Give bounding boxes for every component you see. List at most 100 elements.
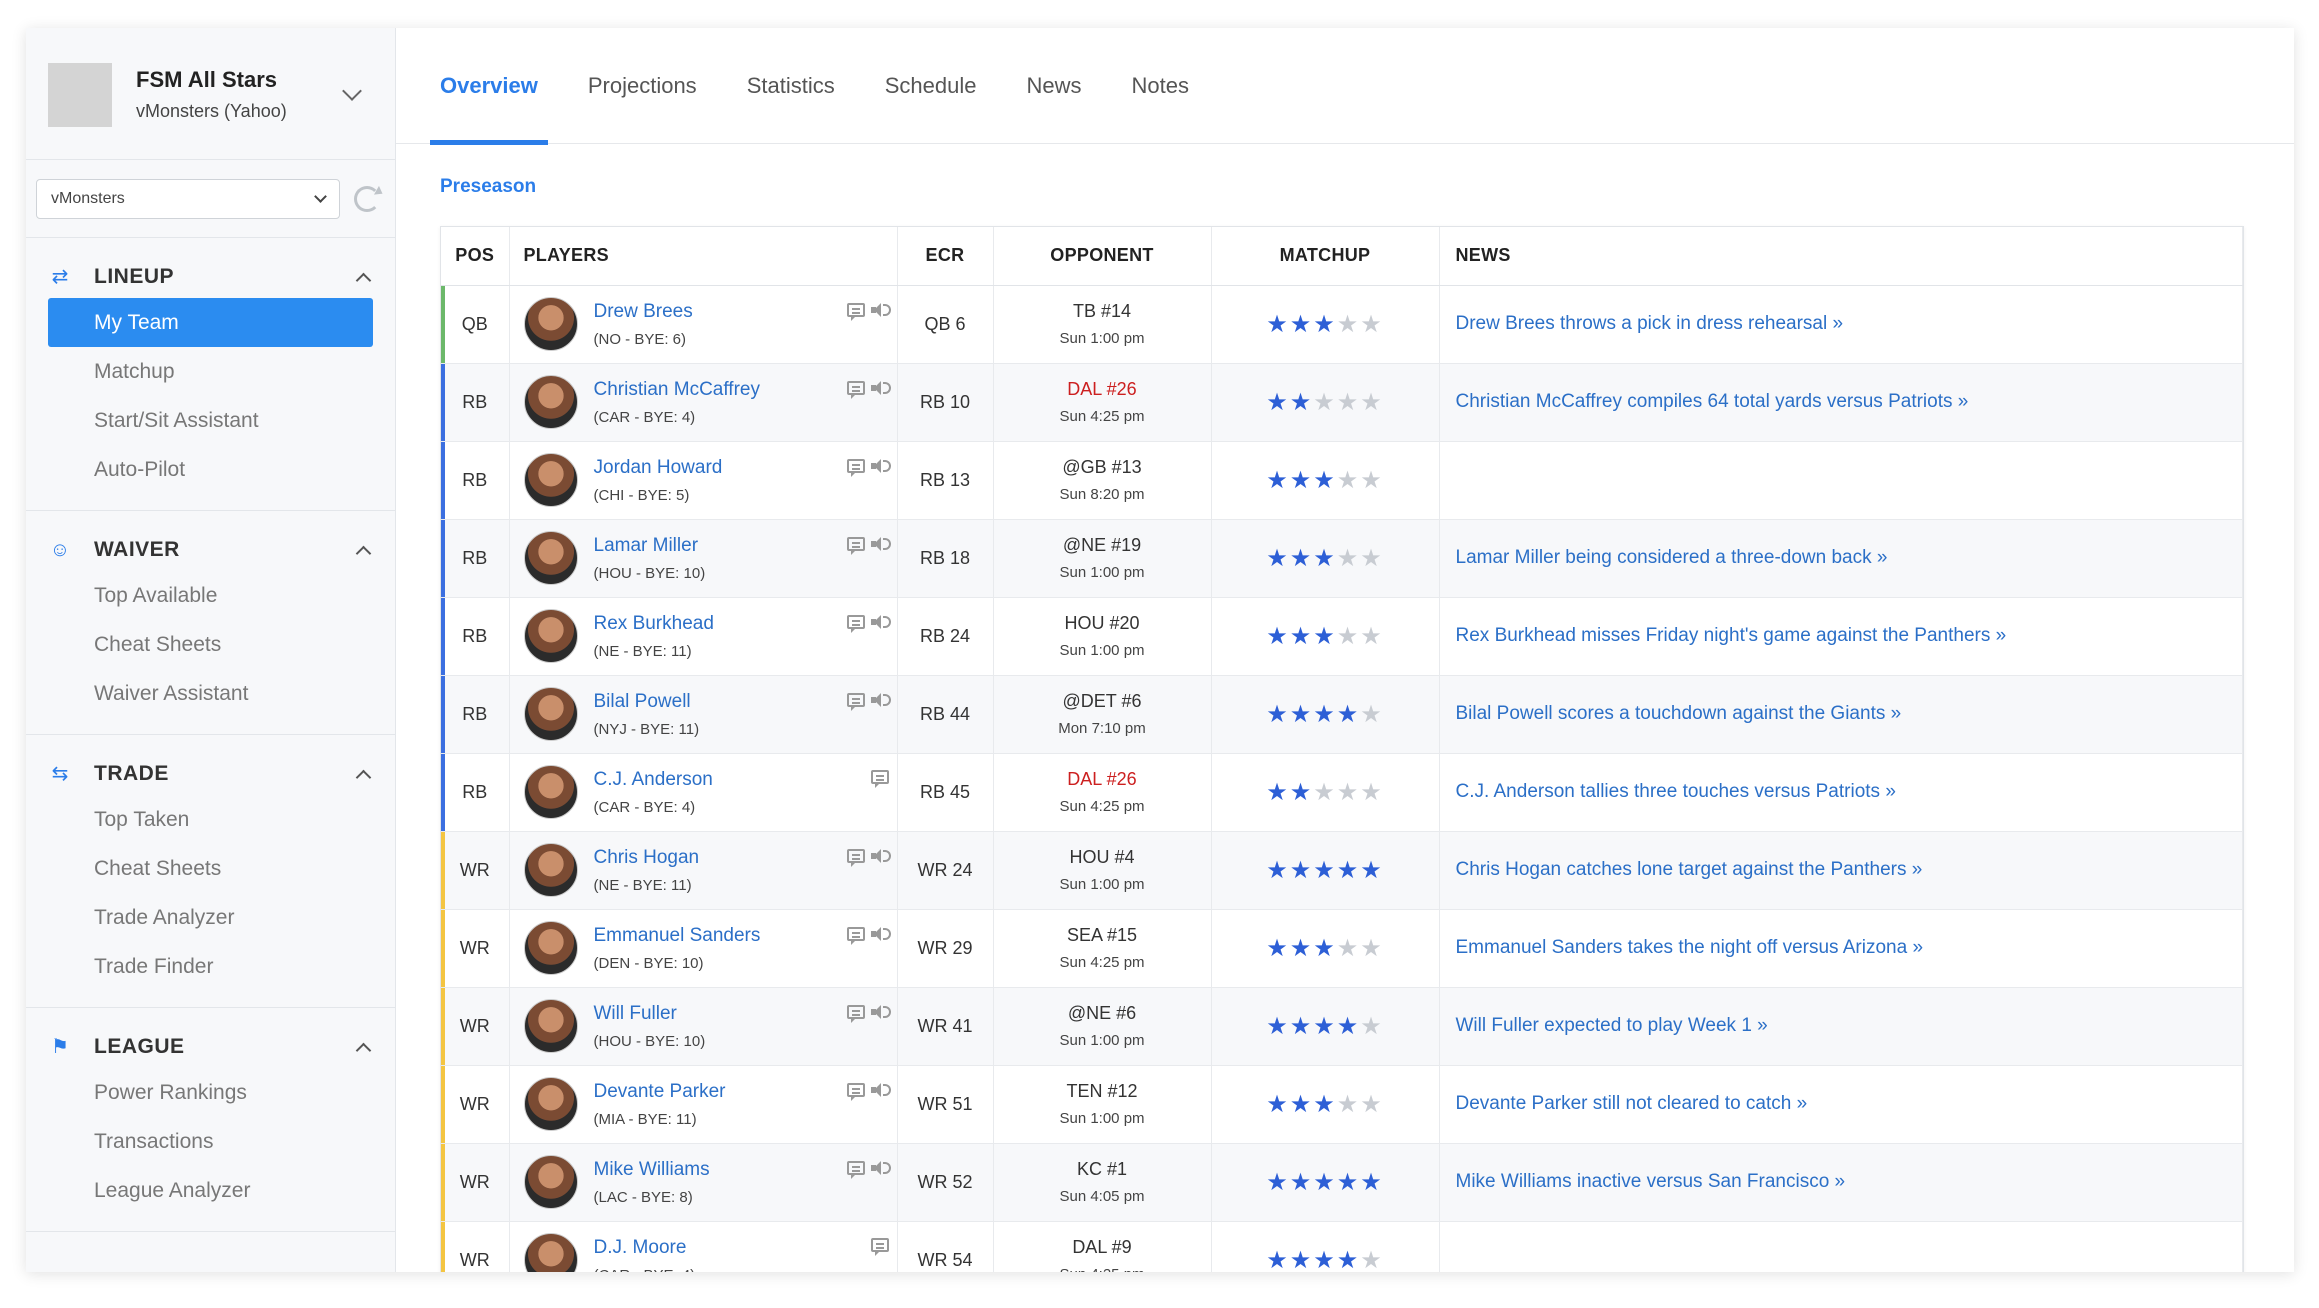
table-row[interactable]: RB Jordan Howard (CHI - BYE: 5) RB 13 @GB #1… bbox=[441, 441, 2243, 520]
table-row[interactable]: RB Rex Burkhead (NE - BYE: 11) RB 24 HOU #20… bbox=[441, 597, 2243, 676]
player-name-link[interactable]: Chris Hogan bbox=[594, 847, 700, 869]
sidebar-item-matchup[interactable]: Matchup bbox=[48, 347, 373, 396]
notes-icon[interactable] bbox=[846, 1082, 865, 1101]
sidebar-item-waiver-assistant[interactable]: Waiver Assistant bbox=[48, 669, 373, 718]
chevron-up-icon[interactable] bbox=[355, 769, 372, 785]
audio-icon[interactable] bbox=[870, 1160, 891, 1176]
table-row[interactable]: RB C.J. Anderson (CAR - BYE: 4) RB 45 DAL #2… bbox=[441, 753, 2243, 832]
table-row[interactable]: RB Christian McCaffrey (CAR - BYE: 4) RB 10… bbox=[441, 363, 2243, 442]
chevron-down-icon[interactable] bbox=[342, 80, 362, 101]
news-link[interactable]: Rex Burkhead misses Friday night's game … bbox=[1456, 625, 2007, 646]
notes-icon[interactable] bbox=[846, 1004, 865, 1023]
audio-icon[interactable] bbox=[870, 926, 891, 942]
sidebar-item-my-team[interactable]: My Team bbox=[48, 298, 373, 347]
notes-icon[interactable] bbox=[846, 926, 865, 945]
table-row[interactable]: WR Devante Parker (MIA - BYE: 11) WR 51 TEN … bbox=[441, 1065, 2243, 1144]
audio-icon[interactable] bbox=[870, 536, 891, 552]
news-link[interactable]: C.J. Anderson tallies three touches vers… bbox=[1456, 781, 1896, 802]
sidebar-item-power-rankings[interactable]: Power Rankings bbox=[48, 1068, 373, 1117]
audio-icon[interactable] bbox=[870, 380, 891, 396]
sidebar-item-cheat-sheets[interactable]: Cheat Sheets bbox=[48, 844, 373, 893]
tab-statistics[interactable]: Statistics bbox=[747, 28, 835, 144]
tab-overview[interactable]: Overview bbox=[430, 28, 548, 145]
audio-icon[interactable] bbox=[870, 1004, 891, 1020]
news-link[interactable]: Will Fuller expected to play Week 1 » bbox=[1456, 1015, 1768, 1036]
notes-icon[interactable] bbox=[846, 380, 865, 399]
col-header-pos[interactable]: POS bbox=[441, 227, 510, 286]
news-link[interactable]: Bilal Powell scores a touchdown against … bbox=[1456, 703, 1902, 724]
news-link[interactable]: Christian McCaffrey compiles 64 total ya… bbox=[1456, 391, 1969, 412]
sidebar-item-trade-analyzer[interactable]: Trade Analyzer bbox=[48, 893, 373, 942]
player-photo[interactable] bbox=[523, 1233, 578, 1272]
player-name-link[interactable]: Mike Williams bbox=[594, 1159, 710, 1181]
player-name-link[interactable]: Lamar Miller bbox=[594, 535, 706, 557]
player-photo[interactable] bbox=[523, 297, 578, 351]
table-row[interactable]: WR Chris Hogan (NE - BYE: 11) WR 24 HOU #4 Su… bbox=[441, 831, 2243, 910]
nav-section-header[interactable]: ⇆ TRADE bbox=[26, 753, 395, 795]
player-photo[interactable] bbox=[523, 609, 578, 663]
table-row[interactable]: WR Emmanuel Sanders (DEN - BYE: 10) WR 29 SE… bbox=[441, 909, 2243, 988]
news-link[interactable]: Mike Williams inactive versus San Franci… bbox=[1456, 1171, 1846, 1192]
news-link[interactable]: Lamar Miller being considered a three-do… bbox=[1456, 547, 1888, 568]
player-name-link[interactable]: C.J. Anderson bbox=[594, 769, 713, 791]
sidebar-item-start-sit-assistant[interactable]: Start/Sit Assistant bbox=[48, 396, 373, 445]
player-photo[interactable] bbox=[523, 531, 578, 585]
player-name-link[interactable]: Will Fuller bbox=[594, 1003, 706, 1025]
sidebar-item-league-analyzer[interactable]: League Analyzer bbox=[48, 1166, 373, 1215]
sidebar-item-top-taken[interactable]: Top Taken bbox=[48, 795, 373, 844]
player-name-link[interactable]: Devante Parker bbox=[594, 1081, 726, 1103]
audio-icon[interactable] bbox=[870, 692, 891, 708]
table-row[interactable]: WR Will Fuller (HOU - BYE: 10) WR 41 @NE #6 S… bbox=[441, 987, 2243, 1066]
chevron-up-icon[interactable] bbox=[355, 272, 372, 288]
tab-news[interactable]: News bbox=[1026, 28, 1081, 144]
sidebar-item-auto-pilot[interactable]: Auto-Pilot bbox=[48, 445, 373, 494]
season-label[interactable]: Preseason bbox=[396, 144, 2294, 230]
sidebar-item-trade-finder[interactable]: Trade Finder bbox=[48, 942, 373, 991]
player-name-link[interactable]: D.J. Moore bbox=[594, 1237, 696, 1259]
nav-section-header[interactable]: ⚑ LEAGUE bbox=[26, 1026, 395, 1068]
notes-icon[interactable] bbox=[846, 536, 865, 555]
news-link[interactable]: Emmanuel Sanders takes the night off ver… bbox=[1456, 937, 1924, 958]
sidebar-item-top-available[interactable]: Top Available bbox=[48, 571, 373, 620]
notes-icon[interactable] bbox=[870, 769, 889, 788]
sidebar-item-transactions[interactable]: Transactions bbox=[48, 1117, 373, 1166]
audio-icon[interactable] bbox=[870, 302, 891, 318]
audio-icon[interactable] bbox=[870, 1082, 891, 1098]
news-link[interactable]: Chris Hogan catches lone target against … bbox=[1456, 859, 1923, 880]
tab-schedule[interactable]: Schedule bbox=[885, 28, 977, 144]
table-row[interactable]: WR D.J. Moore (CAR - BYE: 4) WR 54 DAL #9 Sun… bbox=[441, 1221, 2243, 1272]
table-row[interactable]: RB Bilal Powell (NYJ - BYE: 11) RB 44 @DET #… bbox=[441, 675, 2243, 754]
table-row[interactable]: QB Drew Brees (NO - BYE: 6) QB 6 TB #14 Sun 1… bbox=[441, 285, 2243, 364]
player-photo[interactable] bbox=[523, 1155, 578, 1209]
news-link[interactable]: Devante Parker still not cleared to catc… bbox=[1456, 1093, 1808, 1114]
player-photo[interactable] bbox=[523, 687, 578, 741]
col-header-opponent[interactable]: OPPONENT bbox=[993, 227, 1212, 286]
audio-icon[interactable] bbox=[870, 848, 891, 864]
player-name-link[interactable]: Rex Burkhead bbox=[594, 613, 714, 635]
player-photo[interactable] bbox=[523, 453, 578, 507]
player-name-link[interactable]: Christian McCaffrey bbox=[594, 379, 760, 401]
table-row[interactable]: WR Mike Williams (LAC - BYE: 8) WR 52 KC #1 S… bbox=[441, 1143, 2243, 1222]
player-photo[interactable] bbox=[523, 375, 578, 429]
nav-section-header[interactable]: ⇄ LINEUP bbox=[26, 256, 395, 298]
chevron-up-icon[interactable] bbox=[355, 1042, 372, 1058]
player-photo[interactable] bbox=[523, 921, 578, 975]
sidebar-item-cheat-sheets[interactable]: Cheat Sheets bbox=[48, 620, 373, 669]
audio-icon[interactable] bbox=[870, 458, 891, 474]
player-name-link[interactable]: Emmanuel Sanders bbox=[594, 925, 761, 947]
player-photo[interactable] bbox=[523, 999, 578, 1053]
player-name-link[interactable]: Drew Brees bbox=[594, 301, 693, 323]
notes-icon[interactable] bbox=[846, 848, 865, 867]
player-name-link[interactable]: Bilal Powell bbox=[594, 691, 700, 713]
col-header-players[interactable]: PLAYERS bbox=[509, 227, 898, 286]
tab-notes[interactable]: Notes bbox=[1131, 28, 1188, 144]
player-photo[interactable] bbox=[523, 765, 578, 819]
col-header-ecr[interactable]: ECR bbox=[897, 227, 994, 286]
col-header-matchup[interactable]: MATCHUP bbox=[1211, 227, 1440, 286]
nav-section-header[interactable]: ☺ WAIVER bbox=[26, 529, 395, 571]
chevron-up-icon[interactable] bbox=[355, 545, 372, 561]
team-switcher[interactable]: FSM All Stars vMonsters (Yahoo) bbox=[26, 28, 395, 160]
notes-icon[interactable] bbox=[870, 1237, 889, 1256]
notes-icon[interactable] bbox=[846, 1160, 865, 1179]
refresh-icon[interactable] bbox=[354, 185, 380, 212]
